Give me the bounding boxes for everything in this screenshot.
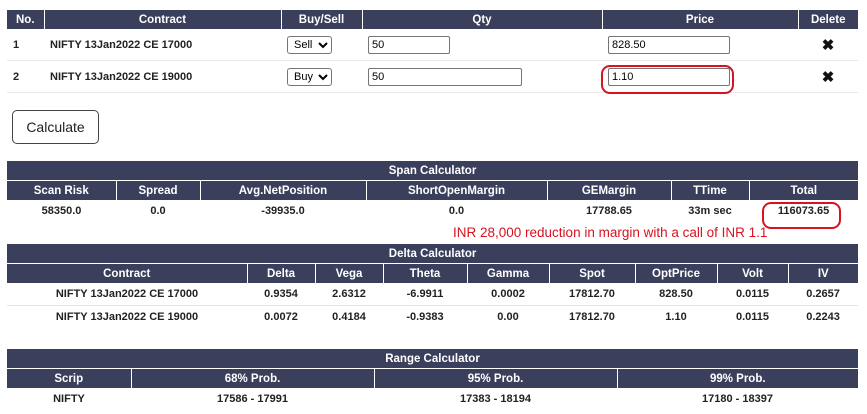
span-header-spread: Spread [115, 180, 200, 200]
delete-icon[interactable]: ✖ [822, 37, 835, 54]
span-value-ttime: 33m sec [688, 205, 732, 217]
delta-cell: 0.4184 [332, 311, 366, 323]
delta-cell: 0.0002 [467, 283, 549, 306]
qty-input[interactable] [368, 35, 450, 54]
range-header-68: 68% Prob. [130, 368, 374, 388]
col-header-buy-sell: Buy/Sell [280, 10, 362, 29]
delta-cell: 0.0072 [264, 311, 298, 323]
delta-cell: NIFTY 13Jan2022 CE 17000 [7, 283, 247, 306]
delta-cell: 0.00 [497, 311, 519, 323]
delta-header-gamma: Gamma [466, 263, 549, 283]
range-value-scrip: NIFTY [53, 393, 85, 405]
price-input[interactable] [608, 35, 730, 54]
delta-cell: 2.6312 [315, 283, 383, 306]
col-header-qty: Qty [361, 10, 602, 29]
delta-header-spot: Spot [548, 263, 635, 283]
col-header-contract: Contract [43, 10, 281, 29]
span-header-avg-net-position: Avg.NetPosition [199, 180, 366, 200]
span-header-short-open-margin: ShortOpenMargin [365, 180, 547, 200]
delta-header-opt-price: OptPrice [634, 263, 717, 283]
delta-calculator-table: Delta Calculator Contract Delta Vega The… [7, 244, 859, 329]
margin-reduction-annotation: INR 28,000 reduction in margin with a ca… [453, 225, 768, 240]
delta-cell: 828.50 [635, 283, 717, 306]
span-value-spread: 0.0 [150, 205, 166, 217]
delete-icon[interactable]: ✖ [822, 69, 835, 86]
buy-sell-cell: Sell [281, 29, 362, 61]
calculate-button[interactable]: Calculate [12, 110, 99, 144]
delta-cell: -0.9383 [406, 311, 444, 323]
range-value-68: 17586 - 17991 [217, 393, 288, 405]
contract-name: NIFTY 13Jan2022 CE 19000 [44, 60, 281, 93]
range-value-99: 17180 - 18397 [702, 393, 773, 405]
delta-cell: 0.2243 [806, 311, 840, 323]
delta-row: NIFTY 13Jan2022 CE 17000 0.9354 2.6312 -… [7, 283, 859, 306]
delta-cell: -6.9911 [383, 283, 467, 306]
qty-input[interactable] [368, 67, 522, 86]
delta-row: NIFTY 13Jan2022 CE 19000 0.0072 0.4184 -… [7, 306, 858, 329]
range-header-99: 99% Prob. [616, 368, 859, 388]
span-calculator-table: Span Calculator Scan Risk Spread Avg.Net… [7, 161, 859, 222]
span-value-avg-net-position: -39935.0 [261, 205, 305, 217]
buy-sell-select[interactable]: Buy [287, 67, 332, 86]
range-calculator-table: Range Calculator Scrip 68% Prob. 95% Pro… [7, 349, 859, 410]
delta-cell: 1.10 [665, 311, 687, 323]
price-cell [602, 29, 798, 61]
delta-header-vega: Vega [314, 263, 383, 283]
span-value-short-open-margin: 0.0 [448, 205, 465, 217]
order-row: 1 NIFTY 13Jan2022 CE 17000 Sell ✖ [7, 29, 858, 61]
buy-sell-select[interactable]: Sell [287, 35, 332, 54]
delta-cell: 17812.70 [549, 283, 635, 306]
delta-cell: 0.0115 [717, 283, 788, 306]
delete-cell: ✖ [798, 60, 858, 93]
delta-header-iv: IV [787, 263, 859, 283]
delta-calculator-title: Delta Calculator [7, 244, 859, 264]
range-header-95: 95% Prob. [373, 368, 617, 388]
span-value-scan-risk: 58350.0 [41, 205, 82, 217]
delta-header-volt: Volt [716, 263, 788, 283]
delta-header-contract: Contract [7, 263, 247, 283]
range-header-scrip: Scrip [7, 368, 131, 388]
range-calculator-title: Range Calculator [7, 349, 859, 369]
span-header-ge-margin: GEMargin [546, 180, 671, 200]
total-highlight-circle [762, 202, 841, 229]
span-header-ttime: TTime [670, 180, 749, 200]
delta-cell: NIFTY 13Jan2022 CE 19000 [55, 311, 199, 323]
delta-header-theta: Theta [382, 263, 467, 283]
qty-cell [362, 60, 602, 93]
col-header-no: No. [7, 10, 44, 29]
delta-cell: 0.9354 [247, 283, 315, 306]
row-number: 2 [7, 60, 44, 93]
span-header-scan-risk: Scan Risk [7, 180, 116, 200]
delete-cell: ✖ [798, 29, 858, 61]
row-number: 1 [7, 29, 44, 61]
span-value-ge-margin: 17788.65 [586, 205, 632, 217]
range-value-95: 17383 - 18194 [460, 393, 531, 405]
delta-cell: 17812.70 [569, 311, 615, 323]
price-highlight-circle [601, 65, 734, 94]
delta-header-delta: Delta [246, 263, 315, 283]
col-header-delete: Delete [797, 10, 858, 29]
col-header-price: Price [601, 10, 798, 29]
qty-cell [362, 29, 602, 61]
contract-name: NIFTY 13Jan2022 CE 17000 [44, 29, 281, 61]
buy-sell-cell: Buy [281, 60, 362, 93]
delta-cell: 0.0115 [735, 311, 770, 323]
delta-cell: 0.2657 [788, 283, 859, 306]
span-header-total: Total [748, 180, 859, 200]
span-calculator-title: Span Calculator [7, 161, 859, 181]
